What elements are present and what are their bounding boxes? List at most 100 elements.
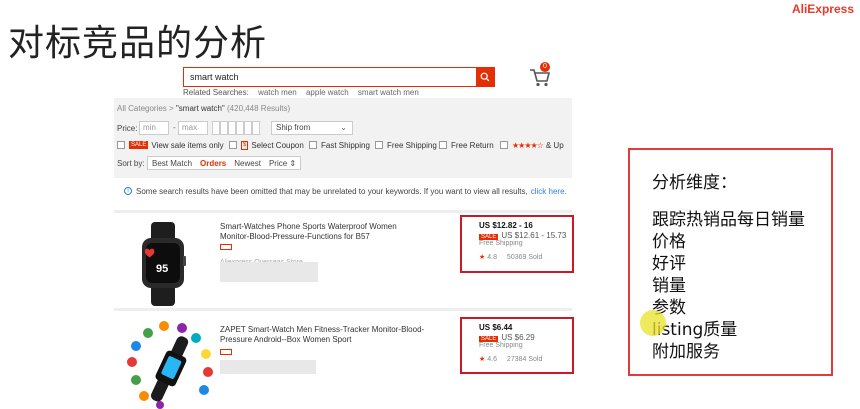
sort-options: Best Match Orders Newest Price ⇕ — [147, 156, 302, 170]
related-link-apple-watch[interactable]: apple watch — [306, 88, 349, 97]
price-min-input[interactable]: min — [139, 121, 169, 135]
product-price-2: US $6.44 — [479, 323, 513, 332]
notice-text: Some search results have been omitted th… — [136, 186, 528, 196]
sale-tag: SALE — [129, 141, 149, 149]
analysis-heading: 分析维度： — [652, 173, 737, 193]
list-divider — [114, 210, 572, 213]
star-rating-icon: ★★★★☆ — [512, 140, 544, 150]
checkbox-box — [375, 141, 383, 149]
rating-filter-label: & Up — [545, 140, 564, 150]
fast-shipping-checkbox[interactable]: Fast Shipping — [309, 139, 370, 151]
star-icon: ★ — [479, 254, 486, 261]
search-icon — [480, 72, 490, 82]
shipping-1: Free Shipping — [479, 240, 523, 247]
rating-1: 4.8 — [487, 254, 497, 261]
sort-price[interactable]: Price ⇕ — [265, 159, 300, 168]
analysis-item: 参数 — [652, 298, 686, 318]
choice-badge — [220, 349, 232, 355]
sale-price-row-1: SALE US $12.61 - 15.73 — [479, 231, 572, 240]
rating-row-1: ★ 4.8 50369 Sold — [479, 253, 572, 261]
fast-shipping-label: Fast Shipping — [321, 140, 370, 150]
checkbox-box — [229, 141, 237, 149]
price-slider-segment[interactable] — [228, 121, 236, 135]
ship-from-label: Ship from — [276, 123, 311, 132]
analysis-item: listing质量 — [652, 320, 738, 340]
related-label: Related Searches: — [183, 88, 249, 97]
price-slider-segment[interactable] — [244, 121, 252, 135]
slide-title: 对标竞品的分析 — [8, 23, 268, 64]
pointer-highlight — [640, 310, 666, 336]
price-slider-segment[interactable] — [220, 121, 228, 135]
omitted-results-notice: i Some search results have been omitted … — [114, 181, 572, 201]
breadcrumb: All Categories > "smart watch" (420,448 … — [117, 104, 290, 113]
price-dash: - — [173, 123, 176, 132]
redacted-area — [220, 262, 318, 282]
sale-price-row-2: SALE US $6.29 — [479, 333, 572, 342]
shipping-2: Free Shipping — [479, 342, 523, 349]
price-max-input[interactable]: max — [178, 121, 208, 135]
analysis-item: 附加服务 — [652, 342, 720, 362]
query-label: "smart watch" — [175, 104, 225, 113]
choice-badge — [220, 244, 232, 250]
star-icon: ★ — [479, 356, 486, 363]
product-title-1[interactable]: Smart-Watches Phone Sports Waterproof Wo… — [220, 222, 420, 242]
rating-row-2: ★ 4.6 27384 Sold — [479, 355, 572, 363]
breadcrumb-separator: > — [169, 104, 174, 113]
rating-filter-checkbox[interactable]: ★★★★☆ & Up — [500, 139, 564, 151]
list-divider — [114, 308, 572, 311]
sort-orders[interactable]: Orders — [196, 159, 230, 168]
related-link-watch-men[interactable]: watch men — [258, 88, 297, 97]
click-here-link[interactable]: click here. — [531, 187, 567, 196]
price-slider-segment[interactable] — [252, 121, 260, 135]
aliexpress-logo: AliExpress — [791, 2, 854, 16]
coupon-label: Select Coupon — [251, 140, 304, 150]
price-label: Price: — [117, 124, 138, 133]
search-bar — [183, 67, 495, 87]
sale-price-1: US $12.61 - 15.73 — [501, 231, 567, 240]
related-link-smart-watch-men[interactable]: smart watch men — [358, 88, 419, 97]
sold-count-2: 27384 Sold — [506, 356, 543, 363]
price-highlight-2: US $6.44 SALE US $6.29 Free Shipping ★ 4.… — [460, 317, 574, 374]
ship-from-select[interactable]: Ship from ⌄ — [271, 121, 353, 135]
rating-2: 4.6 — [487, 356, 497, 363]
analysis-item: 好评 — [652, 254, 686, 274]
coupon-icon: $ — [241, 140, 249, 150]
analysis-list: 跟踪热销品每日销量 价格 好评 销量 参数 listing质量 附加服务 — [652, 209, 805, 363]
search-input[interactable] — [184, 68, 477, 86]
product-title-2[interactable]: ZAPET Smart-Watch Men Fitness-Tracker Mo… — [220, 325, 425, 345]
product-thumbnail-2[interactable] — [120, 318, 216, 409]
product-thumbnail-1[interactable]: 95 — [134, 222, 196, 306]
info-icon: i — [124, 187, 132, 195]
cart-badge: 0 — [540, 62, 550, 72]
free-return-label: Free Return — [451, 140, 494, 150]
product-price-1: US $12.82 - 16 — [479, 221, 533, 230]
results-count: (420,448 Results) — [227, 104, 291, 113]
redacted-area — [220, 360, 316, 374]
price-slider-segment[interactable] — [212, 121, 220, 135]
coupon-checkbox[interactable]: $ Select Coupon — [229, 139, 304, 151]
checkbox-box — [117, 141, 125, 149]
sale-items-checkbox[interactable]: SALE View sale items only — [117, 139, 224, 151]
sold-count-1: 50369 Sold — [506, 254, 543, 261]
breadcrumb-root[interactable]: All Categories — [117, 104, 167, 113]
watch-screen-value: 95 — [156, 263, 168, 275]
related-searches: Related Searches: watch men apple watch … — [183, 88, 426, 97]
checkbox-box — [309, 141, 317, 149]
free-return-checkbox[interactable]: Free Return — [439, 139, 494, 151]
free-shipping-checkbox[interactable]: Free Shipping — [375, 139, 437, 151]
sale-items-label: View sale items only — [151, 140, 224, 150]
analysis-item: 价格 — [652, 232, 686, 252]
analysis-item: 跟踪热销品每日销量 — [652, 210, 805, 230]
sort-newest[interactable]: Newest — [230, 159, 265, 168]
sale-price-2: US $6.29 — [501, 333, 535, 342]
free-shipping-label: Free Shipping — [387, 140, 437, 150]
price-highlight-1: US $12.82 - 16 SALE US $12.61 - 15.73 Fre… — [460, 215, 574, 273]
sort-label: Sort by: — [117, 159, 145, 168]
analysis-item: 销量 — [652, 276, 686, 296]
checkbox-box — [439, 141, 447, 149]
checkbox-box — [500, 141, 508, 149]
price-slider-segment[interactable] — [236, 121, 244, 135]
search-button[interactable] — [476, 68, 494, 86]
sort-best-match[interactable]: Best Match — [148, 159, 196, 168]
chevron-down-icon: ⌄ — [340, 123, 347, 132]
